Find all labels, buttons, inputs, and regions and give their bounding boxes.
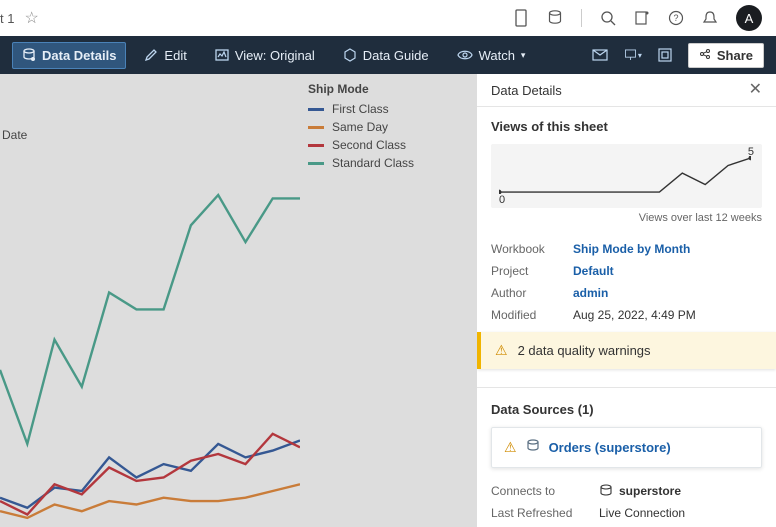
search-icon[interactable] — [600, 10, 616, 26]
author-value[interactable]: admin — [573, 286, 608, 300]
watch-icon — [457, 48, 473, 62]
share-icon — [699, 48, 711, 63]
project-label: Project — [491, 264, 573, 278]
datasource-icon — [525, 438, 541, 457]
legend-swatch — [308, 108, 324, 111]
modified-label: Modified — [491, 308, 573, 322]
watch-label: Watch — [479, 48, 515, 63]
data-details-button[interactable]: Data Details — [12, 42, 126, 69]
data-guide-icon — [343, 48, 357, 62]
edit-button[interactable]: Edit — [134, 42, 196, 69]
page-title-fragment: t 1 — [0, 11, 14, 26]
data-details-label: Data Details — [42, 48, 116, 63]
favorite-star-icon[interactable]: ☆ — [24, 8, 38, 28]
legend-swatch — [308, 162, 324, 165]
device-preview-icon[interactable] — [513, 10, 529, 26]
view-original-label: View: Original — [235, 48, 315, 63]
legend-title: Ship Mode — [308, 82, 369, 96]
legend-item[interactable]: Standard Class — [308, 156, 414, 170]
view-icon — [215, 48, 229, 62]
workbook-value[interactable]: Ship Mode by Month — [573, 242, 690, 256]
views-note: Views over last 12 weeks — [491, 212, 762, 224]
user-avatar[interactable]: A — [736, 5, 762, 31]
legend-label: First Class — [332, 102, 389, 116]
share-button[interactable]: Share — [688, 43, 764, 68]
data-details-icon — [22, 48, 36, 62]
author-label: Author — [491, 286, 573, 300]
top-bar: t 1 ☆ ? A — [0, 0, 776, 36]
svg-text:?: ? — [673, 13, 678, 23]
presentation-icon[interactable]: ▾ — [624, 46, 642, 64]
panel-title: Data Details — [491, 83, 562, 98]
data-guide-label: Data Guide — [363, 48, 429, 63]
warning-icon: ⚠ — [504, 439, 517, 456]
last-refreshed-label: Last Refreshed — [491, 506, 599, 520]
chart-series[interactable] — [0, 195, 300, 444]
notifications-icon[interactable] — [702, 10, 718, 26]
warning-icon: ⚠ — [495, 342, 508, 359]
legend-item[interactable]: Second Class — [308, 138, 414, 152]
warning-text: 2 data quality warnings — [518, 343, 651, 358]
data-guide-button[interactable]: Data Guide — [333, 42, 439, 69]
views-sparkline: 5 0 — [491, 144, 762, 208]
connects-to-label: Connects to — [491, 484, 599, 498]
legend-item[interactable]: Same Day — [308, 120, 414, 134]
workbook-label: Workbook — [491, 242, 573, 256]
chart-series[interactable] — [0, 441, 300, 508]
datasource-icon[interactable] — [547, 10, 563, 26]
visualization-pane: Ship Mode First Class Same Day Second Clas… — [0, 74, 476, 527]
watch-button[interactable]: Watch ▾ — [447, 42, 536, 69]
project-value[interactable]: Default — [573, 264, 614, 278]
datasources-title: Data Sources (1) — [491, 402, 762, 417]
edit-icon — [144, 48, 158, 62]
divider — [581, 9, 582, 27]
x-axis-title: Date — [2, 128, 27, 142]
edit-label: Edit — [164, 48, 186, 63]
legend-label: Second Class — [332, 138, 406, 152]
legend: First Class Same Day Second Class Standard … — [308, 102, 414, 174]
view-original-button[interactable]: View: Original — [205, 42, 325, 69]
chevron-down-icon: ▾ — [521, 50, 526, 61]
close-icon[interactable]: ✕ — [749, 82, 762, 98]
alerts-icon[interactable] — [592, 46, 610, 64]
datasource-card[interactable]: ⚠ Orders (superstore) — [491, 427, 762, 468]
new-item-icon[interactable] — [634, 10, 650, 26]
legend-label: Same Day — [332, 120, 388, 134]
legend-swatch — [308, 126, 324, 129]
spark-min: 0 — [499, 194, 505, 206]
legend-label: Standard Class — [332, 156, 414, 170]
legend-swatch — [308, 144, 324, 147]
chart-series[interactable] — [0, 434, 300, 515]
views-section-title: Views of this sheet — [491, 119, 762, 134]
last-refreshed-value: Live Connection — [599, 506, 685, 520]
view-toolbar: Data Details Edit View: Original Data Gu… — [0, 36, 776, 74]
database-icon — [599, 484, 613, 498]
legend-item[interactable]: First Class — [308, 102, 414, 116]
datasource-name[interactable]: Orders (superstore) — [549, 440, 671, 455]
chart-series[interactable] — [0, 484, 300, 518]
share-label: Share — [717, 48, 753, 63]
connects-to-value[interactable]: superstore — [599, 484, 681, 498]
data-quality-warning[interactable]: ⚠ 2 data quality warnings — [477, 332, 776, 369]
line-chart[interactable] — [0, 158, 300, 527]
download-icon[interactable] — [656, 46, 674, 64]
help-icon[interactable]: ? — [668, 10, 684, 26]
modified-value: Aug 25, 2022, 4:49 PM — [573, 308, 696, 322]
data-details-panel: Data Details ✕ Views of this sheet 5 0 V… — [476, 74, 776, 527]
